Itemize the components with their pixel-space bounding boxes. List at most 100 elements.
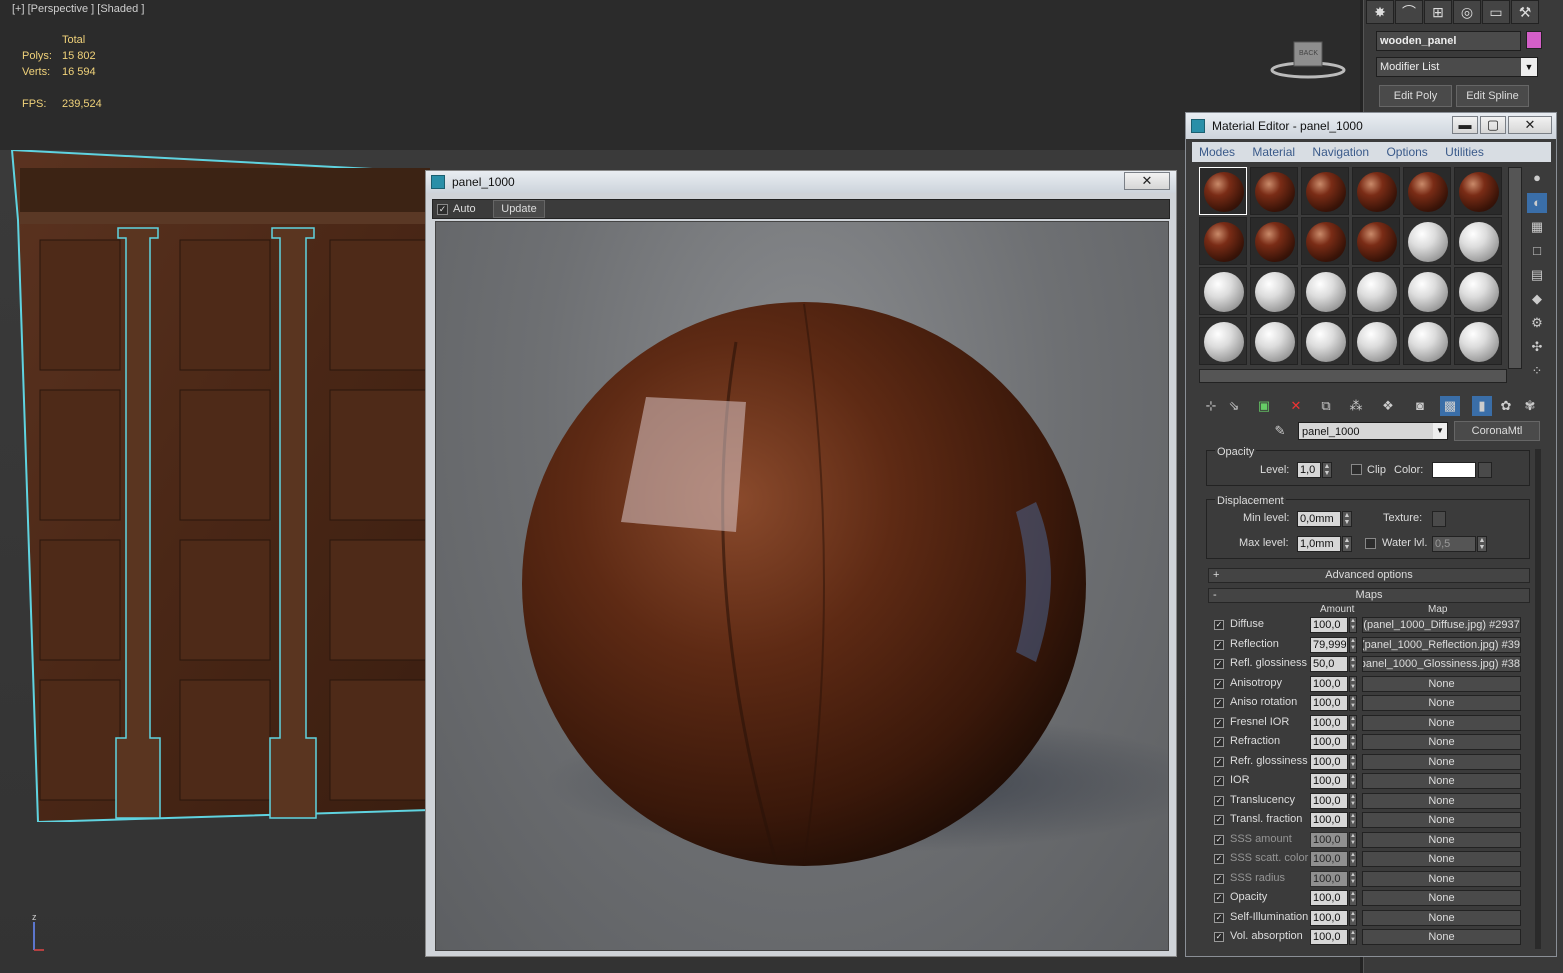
map-enable-checkbox[interactable]: ✓ [1214,795,1224,806]
spinner-arrows-icon[interactable]: ▲ ▼ [1349,792,1357,809]
spinner-arrows-icon[interactable]: ▲ ▼ [1349,909,1357,926]
update-button[interactable]: Update [493,200,545,218]
map-slot-button[interactable]: #39 (panel_1000_Reflection.jpg) [1362,636,1521,653]
video-color-check-icon[interactable]: ▤ [1527,265,1547,285]
sample-slot[interactable] [1403,317,1451,365]
background-icon[interactable]: ▦ [1527,217,1547,237]
map-amount-spinner[interactable]: 100,0 [1310,617,1348,633]
spinner-arrows-icon[interactable]: ▲ ▼ [1477,536,1487,552]
backlight-icon[interactable]: ◐ [1527,193,1547,213]
map-amount-spinner[interactable]: 100,0 [1310,929,1348,945]
map-enable-checkbox[interactable]: ✓ [1214,737,1224,747]
sample-slot[interactable] [1301,317,1349,365]
show-end-result-icon[interactable]: ▮ [1472,396,1492,416]
map-enable-checkbox[interactable]: ✓ [1214,912,1224,923]
menu-navigation[interactable]: Navigation [1312,145,1369,159]
sample-slot[interactable] [1301,167,1349,215]
map-amount-spinner[interactable]: 100,0 [1310,909,1348,926]
texture-map-button[interactable] [1432,511,1446,527]
sample-slot[interactable] [1199,217,1247,265]
advanced-options-rollout[interactable]: + Advanced options [1208,568,1530,583]
map-enable-checkbox[interactable]: ✓ [1214,873,1224,884]
wooden-panel-model[interactable] [10,150,430,822]
spinner-arrows-icon[interactable]: ▲ ▼ [1349,929,1357,945]
map-slot-button[interactable]: None [1362,831,1521,848]
max-level-spinner[interactable]: 1,0mm [1297,536,1341,552]
viewport-label[interactable]: [+] [Perspective ] [Shaded ] [12,3,144,15]
map-slot-button[interactable]: None [1362,773,1521,789]
opacity-color-swatch[interactable] [1432,462,1476,478]
map-enable-checkbox[interactable]: ✓ [1214,834,1224,845]
opacity-level-spinner[interactable]: 1,0 [1297,462,1321,478]
viewcube[interactable]: BACK [1268,38,1348,80]
sample-slot[interactable] [1301,217,1349,265]
make-unique-icon[interactable]: ⁂ [1346,396,1366,416]
map-enable-checkbox[interactable]: ✓ [1214,854,1224,864]
maximize-button[interactable]: ▢ [1480,116,1506,134]
map-amount-spinner[interactable]: 50,0 [1310,656,1348,672]
spinner-arrows-icon[interactable]: ▲ ▼ [1349,675,1357,692]
map-amount-spinner[interactable]: 100,0 [1310,851,1348,867]
sample-slot[interactable] [1199,267,1247,315]
map-slot-button[interactable]: None [1362,929,1521,945]
modifier-list-dropdown[interactable]: Modifier List ▼ [1376,57,1538,77]
auto-checkbox[interactable]: ✓ [437,204,448,215]
map-amount-spinner[interactable]: 100,0 [1310,695,1348,711]
water-level-spinner[interactable]: 0,5 [1432,536,1476,552]
map-enable-checkbox[interactable]: ✓ [1214,639,1224,650]
display-tab-icon[interactable]: ▭ [1482,0,1510,24]
edit-poly-button[interactable]: Edit Poly [1379,85,1452,107]
spinner-arrows-icon[interactable]: ▲ ▼ [1349,714,1357,731]
object-name-field[interactable]: wooden_panel [1376,31,1521,51]
map-enable-checkbox[interactable]: ✓ [1214,776,1224,786]
map-slot-button[interactable]: None [1362,851,1521,867]
map-slot-button[interactable]: None [1362,753,1521,770]
water-level-checkbox[interactable] [1365,538,1376,549]
sample-type-icon[interactable]: ● [1527,168,1547,188]
spinner-arrows-icon[interactable]: ▲ ▼ [1349,753,1357,770]
get-material-icon[interactable]: ⊹ [1201,396,1221,416]
spinner-arrows-icon[interactable]: ▲ ▼ [1349,773,1357,789]
sample-slot[interactable] [1352,217,1400,265]
map-enable-checkbox[interactable]: ✓ [1214,678,1224,689]
sample-slot[interactable] [1352,167,1400,215]
spinner-arrows-icon[interactable]: ▲ ▼ [1349,890,1357,906]
go-forward-to-sibling-icon[interactable]: ✾ [1520,396,1540,416]
put-to-scene-icon[interactable]: ⇘ [1224,396,1244,416]
sample-slot[interactable] [1403,217,1451,265]
utilities-tab-icon[interactable]: ⚒ [1511,0,1539,24]
spinner-arrows-icon[interactable]: ▲ ▼ [1349,636,1357,653]
spinner-arrows-icon[interactable]: ▲ ▼ [1322,462,1332,478]
clip-checkbox[interactable] [1351,464,1362,475]
sample-slot[interactable] [1352,267,1400,315]
spinner-arrows-icon[interactable]: ▲ ▼ [1349,695,1357,711]
map-slot-button[interactable]: None [1362,734,1521,750]
map-slot-button[interactable]: None [1362,695,1521,711]
opacity-map-button[interactable] [1478,462,1492,478]
spinner-arrows-icon[interactable]: ▲ ▼ [1349,617,1357,633]
material-id-channel-icon[interactable]: ◙ [1410,396,1430,416]
menu-utilities[interactable]: Utilities [1445,145,1484,159]
object-color-swatch[interactable] [1526,31,1542,49]
params-scrollbar[interactable] [1535,449,1541,949]
sample-slot[interactable] [1352,317,1400,365]
motion-tab-icon[interactable]: ◎ [1453,0,1481,24]
map-amount-spinner[interactable]: 79,999 [1310,636,1348,653]
sample-slot[interactable] [1403,267,1451,315]
sample-slot[interactable] [1250,167,1298,215]
sample-slot[interactable] [1199,317,1247,365]
sample-slot[interactable] [1454,167,1502,215]
menu-material[interactable]: Material [1252,145,1295,159]
map-slot-button[interactable]: None [1362,870,1521,887]
map-amount-spinner[interactable]: 100,0 [1310,773,1348,789]
close-button[interactable]: ✕ [1508,116,1552,134]
map-amount-spinner[interactable]: 100,0 [1310,734,1348,750]
assign-to-selection-icon[interactable]: ▣ [1254,396,1274,416]
spinner-arrows-icon[interactable]: ▲ ▼ [1342,511,1352,527]
edit-spline-button[interactable]: Edit Spline [1456,85,1529,107]
sample-slot[interactable] [1250,217,1298,265]
render-frame-window[interactable]: panel_1000 ✕ ✓ Auto Update [425,170,1177,957]
spinner-arrows-icon[interactable]: ▲ ▼ [1349,812,1357,828]
map-amount-spinner[interactable]: 100,0 [1310,812,1348,828]
map-enable-checkbox[interactable]: ✓ [1214,717,1224,728]
